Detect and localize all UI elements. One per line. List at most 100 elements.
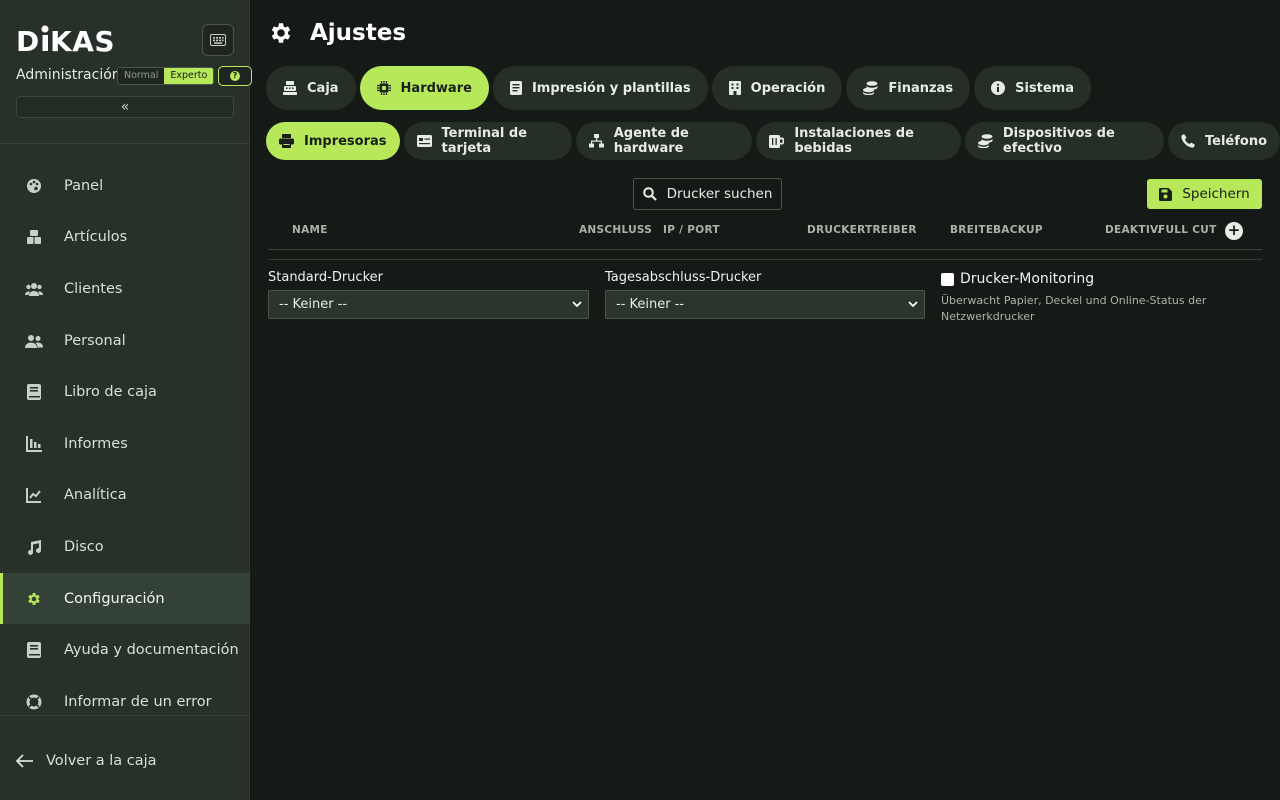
sidebar-item-panel[interactable]: Panel	[0, 160, 250, 212]
sidebar-item-label: Artículos	[64, 229, 128, 246]
back-link-label: Volver a la caja	[46, 753, 157, 769]
search-button-label: Drucker suchen	[666, 186, 773, 202]
chip-icon	[376, 81, 391, 95]
tab-sistema[interactable]: Sistema	[974, 66, 1091, 110]
gear-icon	[271, 23, 291, 43]
sidebar-item-personal[interactable]: Personal	[0, 315, 250, 367]
monitoring-row: Drucker-Monitoring	[941, 271, 1241, 287]
users-icon	[24, 279, 44, 299]
column-header-druckertreiber: DRUCKERTREIBER	[807, 224, 917, 236]
chevron-down-icon	[572, 301, 582, 308]
eod-printer-field: Tagesabschluss-Drucker -- Keiner --	[605, 270, 925, 319]
coins-icon	[977, 134, 993, 148]
sidebar-item-label: Clientes	[64, 280, 123, 297]
network-icon	[588, 134, 604, 148]
search-printer-button[interactable]: Drucker suchen	[633, 178, 782, 210]
logo: D KAS	[16, 24, 122, 63]
save-button-label: Speichern	[1182, 186, 1250, 202]
tab-impresion-plantillas[interactable]: Impresión y plantillas	[492, 66, 708, 110]
tab-caja[interactable]: Caja	[266, 66, 356, 110]
tab-label: Sistema	[1015, 80, 1074, 96]
sidebar-item-articulos[interactable]: Artículos	[0, 212, 250, 264]
subtab-agente-hardware[interactable]: Agente de hardware	[575, 122, 753, 160]
sidebar-item-informes[interactable]: Informes	[0, 418, 250, 470]
printer-table-header: NAME ANSCHLUSS IP / PORT DRUCKERTREIBER …	[268, 218, 1262, 250]
column-header-backup: BACKUP	[993, 224, 1043, 236]
sidebar-bottom-divider	[0, 715, 250, 716]
column-header-breite: BREITE	[950, 224, 994, 236]
tab-label: Impresión y plantillas	[531, 80, 691, 96]
sidebar-item-informar-error[interactable]: Informar de un error	[0, 676, 250, 728]
collapse-sidebar-button[interactable]: «	[16, 96, 234, 118]
sidebar-item-libro-de-caja[interactable]: Libro de caja	[0, 366, 250, 418]
chevron-down-icon	[908, 301, 918, 308]
page-title: Ajustes	[310, 20, 407, 46]
sidebar-item-analitica[interactable]: Analítica	[0, 470, 250, 522]
tab-operacion[interactable]: Operación	[711, 66, 843, 110]
sidebar-divider	[0, 143, 250, 144]
subtab-impresoras[interactable]: Impresoras	[266, 122, 400, 160]
select-value: -- Keiner --	[616, 297, 685, 312]
printer-monitoring-setting: Drucker-Monitoring Überwacht Papier, Dec…	[941, 271, 1241, 325]
monitoring-checkbox[interactable]	[941, 272, 954, 286]
mode-expert-option[interactable]: Experto	[164, 68, 214, 84]
help-toggle[interactable]: ?	[218, 66, 252, 86]
column-header-ip-port: IP / PORT	[663, 224, 720, 236]
sidebar-item-label: Libro de caja	[64, 384, 157, 401]
sidebar-nav: Panel Artículos Clientes Personal Libro …	[0, 160, 250, 728]
page-header: Ajustes	[268, 18, 406, 48]
subtab-terminal-tarjeta[interactable]: Terminal de tarjeta	[403, 122, 572, 160]
tab-hardware[interactable]: Hardware	[359, 66, 489, 110]
column-header-deaktiv: DEAKTIV.	[1105, 224, 1162, 236]
card-icon	[416, 135, 432, 147]
phone-icon	[1181, 134, 1195, 148]
help-icon: ?	[230, 71, 240, 81]
sidebar-item-label: Ayuda y documentación	[64, 642, 239, 659]
keyboard-button[interactable]	[202, 24, 234, 56]
subtab-telefono[interactable]: Teléfono	[1168, 122, 1280, 160]
admin-row: Administración Normal Experto ?	[16, 66, 252, 86]
logo-row: D KAS	[16, 22, 234, 58]
sidebar-item-label: Disco	[64, 538, 104, 555]
subtab-label: Agente de hardware	[613, 126, 689, 156]
book-icon	[24, 640, 44, 660]
default-printer-field: Standard-Drucker -- Keiner --	[268, 270, 589, 319]
tab-label: Operación	[750, 80, 826, 96]
sidebar-item-clientes[interactable]: Clientes	[0, 263, 250, 315]
lifebuoy-icon	[24, 692, 44, 712]
eod-printer-select[interactable]: -- Keiner --	[605, 290, 925, 319]
search-icon	[642, 187, 657, 201]
music-icon	[24, 537, 44, 557]
column-header-full-cut: FULL CUT	[1158, 224, 1217, 236]
subtab-label: Impresoras	[304, 133, 387, 149]
gear-icon	[24, 589, 44, 609]
user-group-icon	[24, 331, 44, 351]
chevrons-left-icon: «	[120, 99, 130, 115]
sidebar: D KAS Administración Normal Experto ? « …	[0, 0, 252, 800]
default-printer-select[interactable]: -- Keiner --	[268, 290, 589, 319]
mode-normal-option[interactable]: Normal	[118, 68, 165, 84]
sidebar-item-disco[interactable]: Disco	[0, 521, 250, 573]
svg-text:KAS: KAS	[50, 25, 115, 56]
sidebar-item-configuracion[interactable]: Configuración	[0, 572, 250, 625]
monitoring-label: Drucker-Monitoring	[960, 271, 1095, 287]
sidebar-item-label: Personal	[64, 332, 126, 349]
back-to-register-link[interactable]: Volver a la caja	[16, 750, 157, 772]
save-button[interactable]: Speichern	[1147, 179, 1262, 209]
printer-icon	[279, 134, 294, 148]
select-value: -- Keiner --	[279, 297, 348, 312]
hardware-subtabs: Impresoras Terminal de tarjeta Agente de…	[266, 122, 1280, 160]
add-printer-button[interactable]: +	[1225, 222, 1243, 240]
subtab-instalaciones-bebidas[interactable]: Instalaciones de bebidas	[756, 122, 961, 160]
sidebar-item-ayuda[interactable]: Ayuda y documentación	[0, 624, 250, 676]
boxes-icon	[24, 227, 44, 247]
mode-switch[interactable]: Normal Experto	[117, 67, 215, 85]
mug-icon	[769, 134, 785, 148]
building-icon	[728, 81, 741, 95]
sidebar-item-label: Panel	[64, 177, 104, 194]
palette-icon	[24, 176, 44, 196]
line-chart-icon	[24, 485, 44, 505]
tab-finanzas[interactable]: Finanzas	[846, 66, 971, 110]
svg-text:D: D	[16, 25, 40, 56]
subtab-dispositivos-efectivo[interactable]: Dispositivos de efectivo	[964, 122, 1164, 160]
